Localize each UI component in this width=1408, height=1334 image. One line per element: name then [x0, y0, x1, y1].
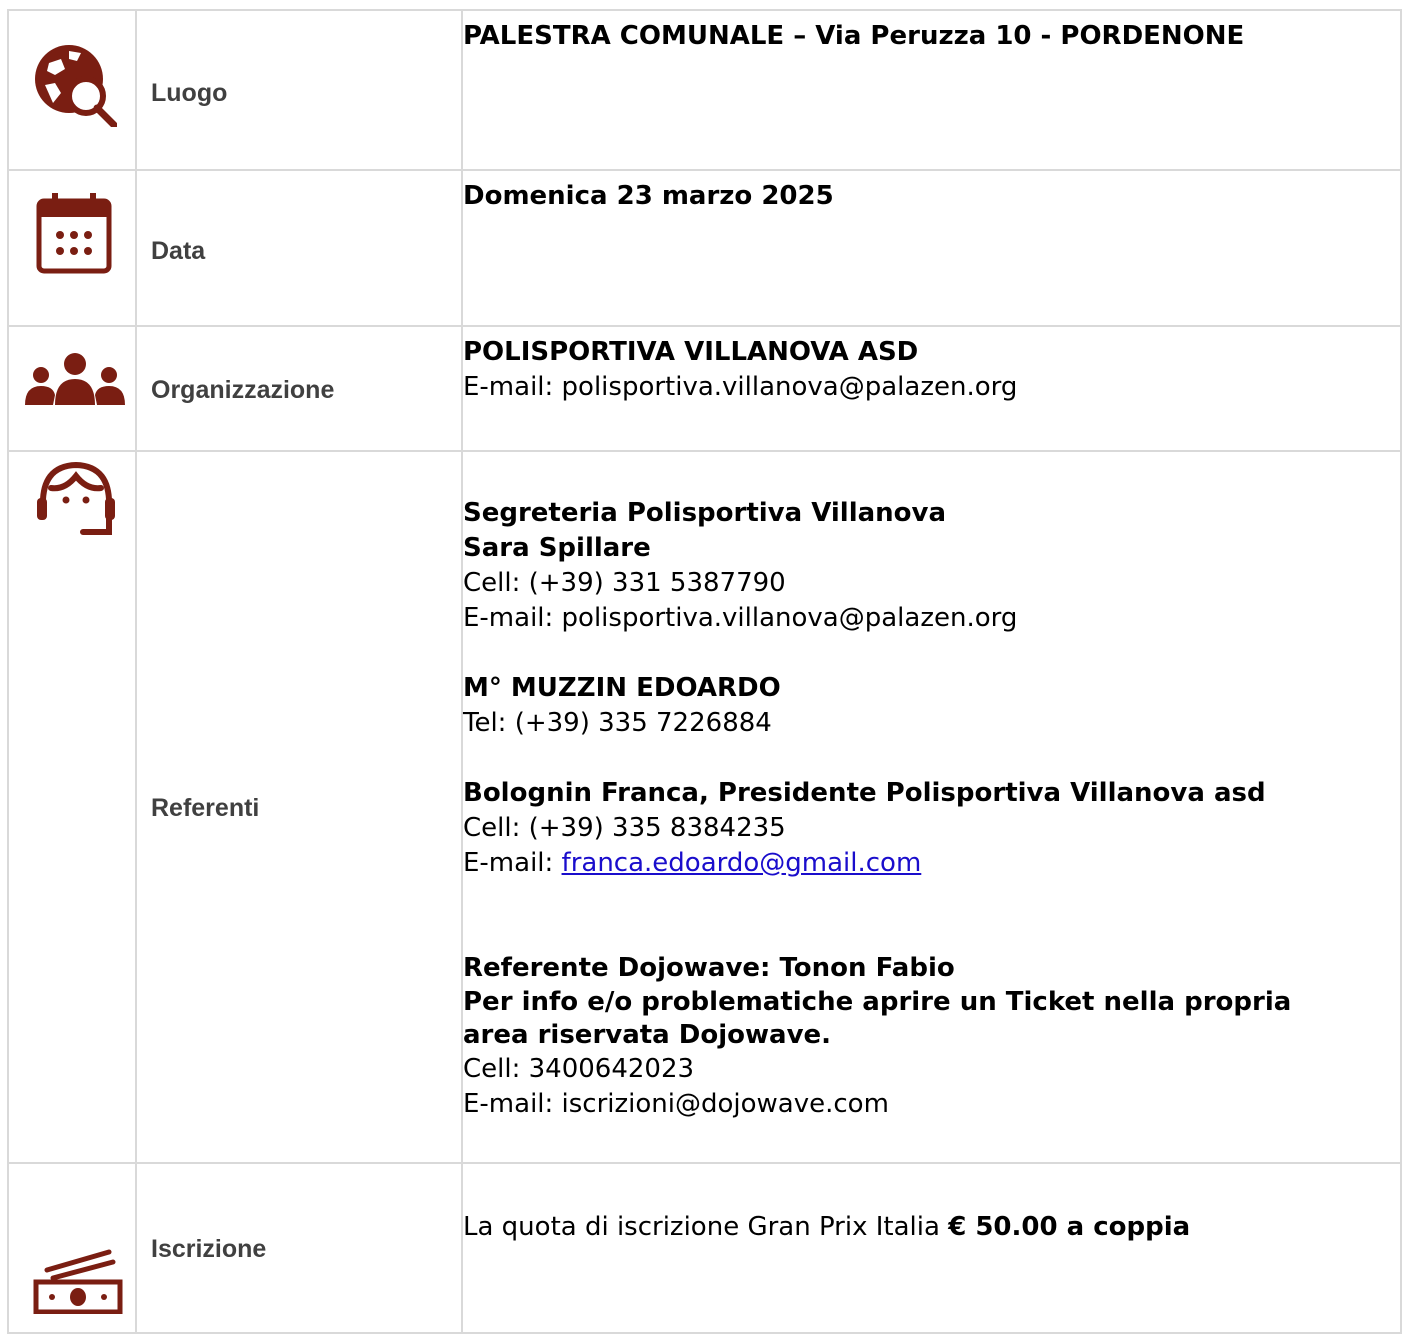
- organizzazione-name: POLISPORTIVA VILLANOVA ASD: [463, 337, 919, 367]
- label-data: Data: [151, 237, 206, 265]
- icon-cell: [7, 169, 137, 327]
- label-cell: Iscrizione: [135, 1162, 463, 1334]
- maestro-tel: Tel: (+39) 335 7226884: [463, 708, 772, 738]
- label-cell: Data: [135, 169, 463, 327]
- segreteria-name: Sara Spillare: [463, 533, 651, 563]
- value-cell: La quota di iscrizione Gran Prix Italia …: [461, 1162, 1402, 1334]
- row-luogo: Luogo PALESTRA COMUNALE – Via Peruzza 10…: [7, 9, 1402, 171]
- luogo-value: PALESTRA COMUNALE – Via Peruzza 10 - POR…: [463, 21, 1245, 51]
- dojowave-cell: Cell: 3400642023: [463, 1054, 695, 1084]
- iscrizione-text: La quota di iscrizione Gran Prix Italia: [463, 1212, 949, 1242]
- iscrizione-amount: € 50.00 a coppia: [948, 1212, 1191, 1242]
- icon-cell: [7, 450, 137, 1164]
- row-data: Data Domenica 23 marzo 2025: [7, 169, 1402, 327]
- label-cell: Luogo: [135, 9, 463, 171]
- label-cell: Organizzazione: [135, 325, 463, 452]
- value-cell: PALESTRA COMUNALE – Via Peruzza 10 - POR…: [461, 9, 1402, 171]
- value-cell: Segreteria Polisportiva Villanova Sara S…: [461, 450, 1402, 1164]
- label-luogo: Luogo: [151, 79, 228, 107]
- organizzazione-email: E-mail: polisportiva.villanova@palazen.o…: [463, 372, 1018, 402]
- value-cell: Domenica 23 marzo 2025: [461, 169, 1402, 327]
- segreteria-title: Segreteria Polisportiva Villanova: [463, 498, 947, 528]
- presidente-email: E-mail: franca.edoardo@gmail.com: [463, 846, 1400, 881]
- calendar-icon: [36, 191, 112, 275]
- segreteria-cell: Cell: (+39) 331 5387790: [463, 568, 786, 598]
- headset-person-icon: [35, 460, 117, 538]
- money-icon: [33, 1248, 123, 1314]
- presidente-email-prefix: E-mail:: [463, 848, 562, 878]
- label-referenti: Referenti: [151, 794, 260, 822]
- event-info-table: Luogo PALESTRA COMUNALE – Via Peruzza 10…: [7, 9, 1402, 1334]
- row-iscrizione: Iscrizione La quota di iscrizione Gran P…: [7, 1162, 1402, 1334]
- dojowave-note-line2: area riservata Dojowave.: [463, 1020, 832, 1050]
- dojowave-note-line1: Per info e/o problematiche aprire un Tic…: [463, 987, 1292, 1017]
- icon-cell: [7, 1162, 137, 1334]
- row-referenti: Referenti Segreteria Polisportiva Villan…: [7, 450, 1402, 1164]
- iscrizione-value: La quota di iscrizione Gran Prix Italia …: [463, 1210, 1400, 1245]
- dojowave-email: E-mail: iscrizioni@dojowave.com: [463, 1089, 889, 1119]
- row-organizzazione: Organizzazione POLISPORTIVA VILLANOVA AS…: [7, 325, 1402, 452]
- presidente-email-link[interactable]: franca.edoardo@gmail.com: [562, 848, 922, 878]
- label-iscrizione: Iscrizione: [151, 1235, 267, 1263]
- presidente-name: Bolognin Franca, Presidente Polisportiva…: [463, 778, 1266, 808]
- maestro-name: M° MUZZIN EDOARDO: [463, 673, 781, 703]
- segreteria-email: E-mail: polisportiva.villanova@palazen.o…: [463, 603, 1018, 633]
- globe-search-icon: [31, 41, 117, 127]
- dojowave-title: Referente Dojowave: Tonon Fabio: [463, 953, 955, 983]
- value-cell: POLISPORTIVA VILLANOVA ASD E-mail: polis…: [461, 325, 1402, 452]
- label-organizzazione: Organizzazione: [151, 376, 335, 404]
- group-icon: [23, 353, 127, 407]
- icon-cell: [7, 325, 137, 452]
- data-value: Domenica 23 marzo 2025: [463, 181, 834, 211]
- icon-cell: [7, 9, 137, 171]
- presidente-cell: Cell: (+39) 335 8384235: [463, 813, 786, 843]
- label-cell: Referenti: [135, 450, 463, 1164]
